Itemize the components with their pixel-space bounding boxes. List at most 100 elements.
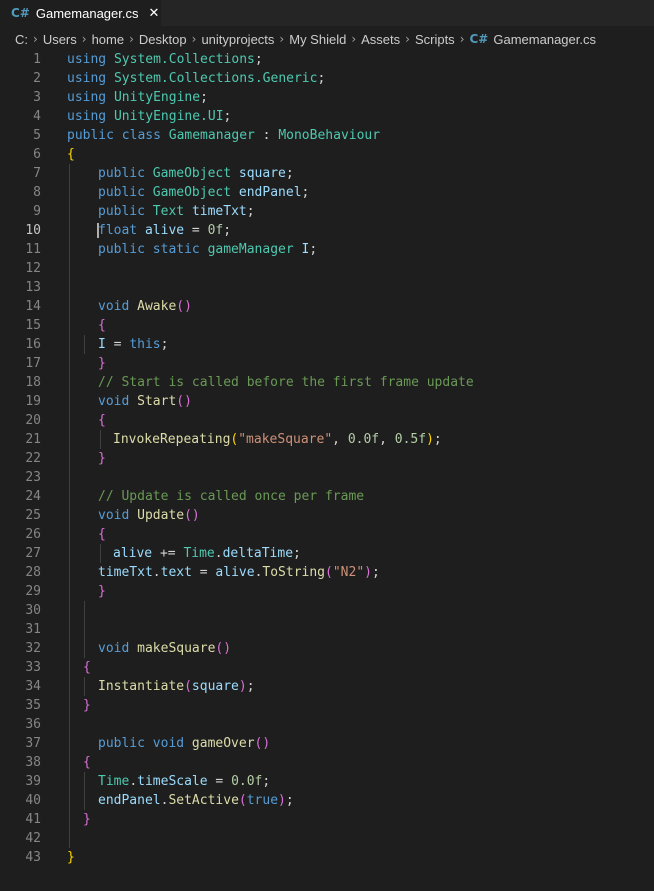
indent-guide bbox=[84, 677, 85, 696]
code-token: Update bbox=[137, 508, 185, 523]
code-token: ; bbox=[433, 432, 442, 447]
code-line[interactable]: 40 endPanel.SetActive(true); bbox=[0, 791, 654, 810]
code-line[interactable]: 4 using UnityEngine.UI; bbox=[0, 107, 654, 126]
code-line[interactable]: 41} bbox=[0, 810, 654, 829]
breadcrumb-item[interactable]: Scripts bbox=[415, 32, 455, 47]
code-text: { bbox=[83, 658, 91, 677]
code-line[interactable]: 9 public Text timeTxt; bbox=[0, 202, 654, 221]
code-line[interactable]: 18 // Start is called before the first fr… bbox=[0, 373, 654, 392]
code-line[interactable]: 25 void Update() bbox=[0, 506, 654, 525]
code-line[interactable]: 17} bbox=[0, 354, 654, 373]
code-text: timeTxt.text = alive.ToString("N2"); bbox=[98, 563, 380, 582]
code-text: } bbox=[83, 810, 91, 829]
breadcrumb-item[interactable]: Users bbox=[43, 32, 77, 47]
code-line[interactable]: 7 public GameObject square; bbox=[0, 164, 654, 183]
line-number: 31 bbox=[25, 622, 41, 637]
code-text: } bbox=[98, 582, 106, 601]
code-line[interactable]: 28 timeTxt.text = alive.ToString("N2"); bbox=[0, 563, 654, 582]
code-token: 0f bbox=[207, 223, 224, 238]
code-line[interactable]: 27 alive += Time.deltaTime; bbox=[0, 544, 654, 563]
code-line[interactable]: 1 using System.Collections; bbox=[0, 50, 654, 69]
code-line[interactable]: 14 void Awake() bbox=[0, 297, 654, 316]
code-line[interactable]: 24 // Update is called once per frame bbox=[0, 487, 654, 506]
code-token: timeScale bbox=[137, 774, 208, 789]
code-line[interactable]: 12 bbox=[0, 259, 654, 278]
line-number: 14 bbox=[25, 299, 41, 314]
code-line[interactable]: 43} bbox=[0, 848, 654, 867]
line-number: 6 bbox=[33, 147, 41, 162]
code-line[interactable]: 35} bbox=[0, 696, 654, 715]
code-line[interactable]: 42 bbox=[0, 829, 654, 848]
indent-guide bbox=[69, 544, 70, 563]
code-line[interactable]: 2 using System.Collections.Generic; bbox=[0, 69, 654, 88]
line-number: 2 bbox=[33, 71, 41, 86]
breadcrumb-item[interactable]: unityprojects bbox=[201, 32, 274, 47]
line-number: 23 bbox=[25, 470, 41, 485]
code-token: void bbox=[98, 299, 130, 314]
code-token: square bbox=[191, 679, 239, 694]
code-line[interactable]: 33 { bbox=[0, 658, 654, 677]
indent-guide bbox=[69, 639, 70, 658]
code-line[interactable]: 20 { bbox=[0, 411, 654, 430]
code-editor[interactable]: 1 using System.Collections; 2 using System.… bbox=[0, 50, 654, 867]
tab-gamemanager[interactable]: C# Gamemanager.cs ✕ bbox=[0, 0, 161, 26]
indent-guide bbox=[69, 221, 70, 240]
line-number: 17 bbox=[25, 356, 41, 371]
code-line[interactable]: 31 bbox=[0, 620, 654, 639]
code-token: deltaTime bbox=[222, 546, 294, 561]
code-line[interactable]: 19 void Start() bbox=[0, 392, 654, 411]
code-line[interactable]: 39 Time.timeScale = 0.0f; bbox=[0, 772, 654, 791]
breadcrumb-item[interactable]: Gamemanager.cs bbox=[493, 32, 596, 47]
code-line[interactable]: 36 bbox=[0, 715, 654, 734]
code-token: ; bbox=[293, 546, 301, 561]
code-line[interactable]: 16 I = this; bbox=[0, 335, 654, 354]
close-icon[interactable]: ✕ bbox=[148, 6, 159, 21]
code-line[interactable]: 34 Instantiate(square); bbox=[0, 677, 654, 696]
code-token: ; bbox=[246, 204, 255, 219]
chevron-right-icon: › bbox=[351, 32, 357, 46]
indent-guide bbox=[69, 240, 70, 259]
chevron-right-icon: › bbox=[405, 32, 410, 46]
code-text: void makeSquare() bbox=[98, 639, 231, 658]
code-line[interactable]: 29} bbox=[0, 582, 654, 601]
indent-guide bbox=[69, 164, 70, 183]
breadcrumb-item[interactable]: home bbox=[92, 32, 125, 47]
code-line[interactable]: 13 bbox=[0, 278, 654, 297]
indent-guide bbox=[69, 715, 70, 734]
indent-guide bbox=[69, 278, 70, 297]
code-text: I = this; bbox=[98, 335, 168, 354]
code-line[interactable]: 3 using UnityEngine; bbox=[0, 88, 654, 107]
code-line[interactable]: 5 public class Gamemanager : MonoBehaviou… bbox=[0, 126, 654, 145]
code-line[interactable]: 32 void makeSquare() bbox=[0, 639, 654, 658]
breadcrumb-item[interactable]: Assets bbox=[361, 32, 400, 47]
code-line[interactable]: 15 { bbox=[0, 316, 654, 335]
code-token: 0.5f bbox=[394, 432, 427, 447]
code-line[interactable]: 30 bbox=[0, 601, 654, 620]
code-token: } bbox=[98, 356, 106, 371]
code-line[interactable]: 26 { bbox=[0, 525, 654, 544]
code-token: ; bbox=[285, 166, 294, 181]
code-line[interactable]: 8 public GameObject endPanel; bbox=[0, 183, 654, 202]
code-token: Text bbox=[152, 204, 185, 219]
code-token: public void bbox=[98, 736, 185, 751]
code-line[interactable]: 11 public static gameManager I; bbox=[0, 240, 654, 259]
breadcrumb-item[interactable]: Desktop bbox=[139, 32, 187, 47]
code-token: I bbox=[98, 337, 106, 352]
breadcrumb-item[interactable]: C: bbox=[15, 32, 28, 47]
indent-guide bbox=[69, 772, 70, 791]
code-line[interactable]: 21 InvokeRepeating("makeSquare", 0.0f, 0.… bbox=[0, 430, 654, 449]
indent-guide bbox=[69, 563, 70, 582]
code-line[interactable]: 6{ bbox=[0, 145, 654, 164]
code-line[interactable]: 23 bbox=[0, 468, 654, 487]
breadcrumb-item[interactable]: My Shield bbox=[289, 32, 346, 47]
code-line[interactable]: 37 public void gameOver() bbox=[0, 734, 654, 753]
code-line[interactable]: 10 float alive = 0f; bbox=[0, 221, 654, 240]
code-line[interactable]: 38 { bbox=[0, 753, 654, 772]
line-number: 27 bbox=[25, 546, 41, 561]
code-line[interactable]: 22} bbox=[0, 449, 654, 468]
